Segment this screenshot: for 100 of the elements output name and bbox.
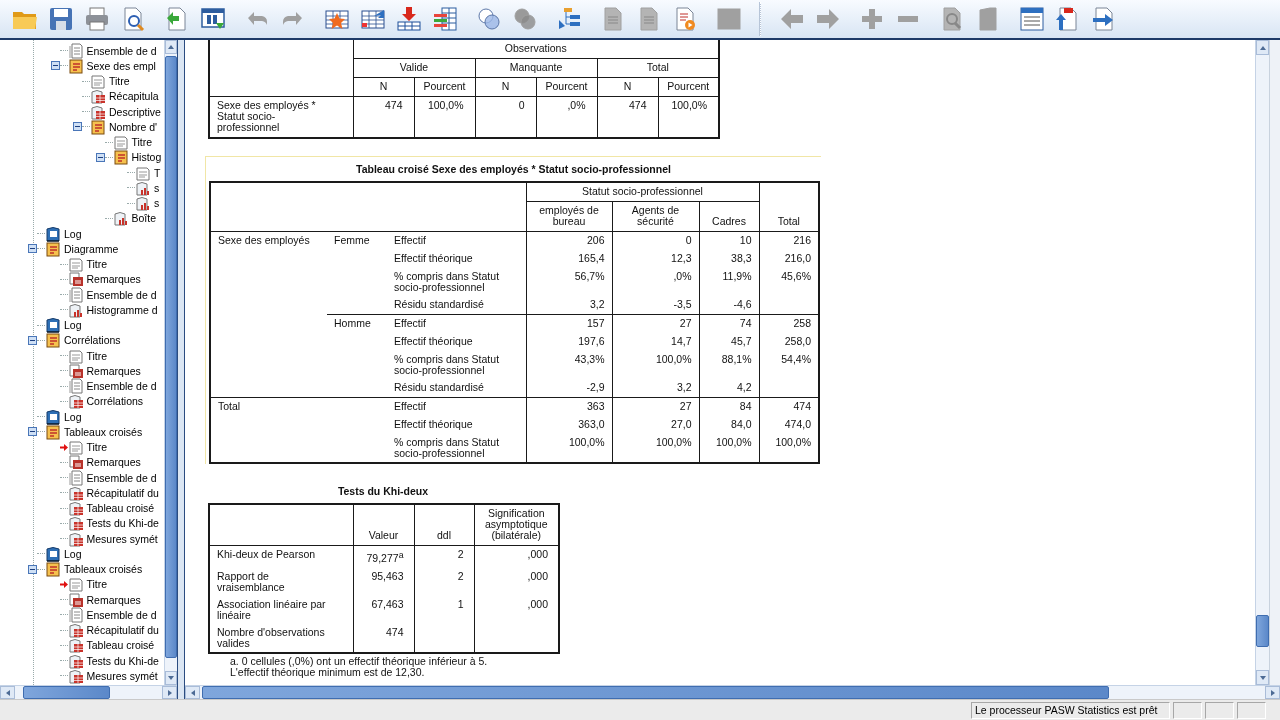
tree-item[interactable]: Boîte bbox=[104, 210, 157, 226]
column-header: Manquante bbox=[475, 58, 597, 78]
tree-item[interactable]: Log bbox=[37, 317, 82, 333]
horizontal-scrollbar[interactable] bbox=[185, 685, 1280, 699]
scrollbar-thumb[interactable] bbox=[23, 686, 110, 699]
scroll-left-icon[interactable] bbox=[0, 686, 15, 699]
tree-item[interactable]: Remarques bbox=[59, 271, 141, 287]
column-header: Valide bbox=[353, 58, 475, 78]
collapse-icon[interactable] bbox=[95, 152, 105, 162]
table-cell: 84 bbox=[699, 397, 759, 416]
scroll-down-icon[interactable] bbox=[1256, 670, 1269, 685]
tree-item[interactable]: Remarques bbox=[59, 592, 141, 608]
tree-item[interactable]: Mesures symét bbox=[59, 531, 158, 547]
collapse-icon[interactable] bbox=[73, 122, 82, 132]
title-page-icon bbox=[112, 134, 129, 151]
tree-item[interactable]: Titre bbox=[59, 576, 108, 592]
tree-item[interactable]: Tableaux croisés bbox=[37, 424, 143, 440]
title-page-icon bbox=[67, 576, 84, 593]
column-header: Pourcent bbox=[658, 77, 719, 97]
collapse-icon[interactable] bbox=[28, 335, 37, 345]
tree-item[interactable]: Ensemble de d bbox=[59, 43, 157, 59]
tree-item[interactable]: Tests du Khi-de bbox=[59, 653, 159, 669]
printer-icon[interactable] bbox=[83, 5, 110, 33]
tree-item[interactable]: Diagramme bbox=[37, 241, 119, 257]
scroll-up-icon[interactable] bbox=[165, 40, 177, 54]
tree-item[interactable]: Nombre d' bbox=[82, 119, 158, 135]
tree-item[interactable]: s bbox=[127, 195, 160, 211]
collapse-icon[interactable] bbox=[28, 564, 37, 574]
tree-item[interactable]: Tableau croisé bbox=[59, 637, 155, 653]
row-header: Sexe des employés * Statut socio- professionnel bbox=[209, 96, 353, 138]
table-cell: 474 bbox=[353, 623, 414, 653]
tree-item[interactable]: Tests du Khi-de bbox=[59, 515, 159, 531]
row-header: % compris dans Statut socio-professionnel bbox=[387, 351, 526, 379]
tree-item[interactable]: Ensemble de d bbox=[59, 470, 157, 486]
collapse-icon[interactable] bbox=[28, 427, 37, 437]
tree-item[interactable]: Titre bbox=[82, 73, 130, 89]
table-cell: 56,7% bbox=[526, 268, 612, 296]
tree-item[interactable]: Titre bbox=[59, 439, 108, 455]
tree-item[interactable]: Sexe des empl bbox=[59, 58, 156, 74]
scroll-right-icon[interactable] bbox=[1265, 686, 1280, 699]
tree-item[interactable]: Histogramme d bbox=[59, 302, 158, 318]
scrollbar-thumb[interactable] bbox=[1256, 615, 1269, 647]
table-cell: 258,0 bbox=[759, 333, 819, 351]
table-arrow-icon[interactable] bbox=[395, 5, 422, 33]
tree-item[interactable]: Tableau croisé bbox=[59, 500, 155, 516]
tree-item[interactable]: Ensemble de d bbox=[59, 607, 157, 623]
tree-item[interactable]: Titre bbox=[104, 134, 153, 150]
table-cell: 67,463 bbox=[353, 595, 414, 624]
row-header: Total bbox=[210, 397, 387, 463]
tree-item[interactable]: Remarques bbox=[59, 363, 141, 379]
tree-item[interactable]: T bbox=[127, 165, 161, 181]
tree-item[interactable]: Mesures symét bbox=[59, 668, 158, 684]
tree-item[interactable]: Log bbox=[37, 409, 82, 425]
vertical-scrollbar[interactable] bbox=[1255, 40, 1269, 685]
tree-item[interactable]: Récapitulatif du bbox=[59, 622, 159, 638]
floppy-disk-icon[interactable] bbox=[47, 5, 74, 33]
column-header: employés de bureau bbox=[526, 201, 612, 232]
table-cell: 45,7 bbox=[699, 333, 759, 351]
table-cell: 474 bbox=[759, 397, 819, 416]
scroll-down-icon[interactable] bbox=[165, 671, 177, 685]
table-cell: 0 bbox=[612, 231, 699, 250]
tree-item[interactable]: Histog bbox=[104, 149, 162, 165]
tree-item[interactable]: Log bbox=[37, 546, 82, 562]
tree-item[interactable]: Log bbox=[37, 226, 82, 242]
tree-item[interactable]: Corrélations bbox=[59, 393, 144, 409]
tree-item[interactable]: Ensemble de d bbox=[59, 378, 157, 394]
collapse-icon[interactable] bbox=[50, 61, 60, 71]
list-window-icon[interactable] bbox=[1018, 5, 1045, 33]
splitter[interactable] bbox=[177, 40, 185, 699]
tree-item[interactable]: Titre bbox=[59, 348, 108, 364]
scroll-left-icon[interactable] bbox=[185, 686, 200, 699]
circles-icon[interactable] bbox=[475, 5, 502, 33]
scroll-right-icon[interactable] bbox=[162, 686, 177, 699]
collapse-icon[interactable] bbox=[28, 244, 37, 254]
table-cell: 157 bbox=[526, 314, 612, 333]
table-cell: 197,6 bbox=[526, 333, 612, 351]
table-cell: 43,3% bbox=[526, 351, 612, 379]
horizontal-scrollbar[interactable] bbox=[0, 685, 177, 699]
scrollbar-thumb[interactable] bbox=[202, 686, 1109, 699]
title-page-icon bbox=[135, 164, 151, 181]
tree-item[interactable]: Ensemble de d bbox=[59, 287, 157, 303]
table-icon bbox=[67, 393, 84, 410]
tree-item[interactable]: Tableaux croisés bbox=[37, 561, 143, 577]
table-cell: 4,2 bbox=[699, 379, 759, 398]
tree-item[interactable]: Descriptive bbox=[82, 104, 161, 120]
tree-item[interactable]: s bbox=[127, 180, 160, 196]
table-icon[interactable] bbox=[431, 5, 458, 33]
scroll-up-icon[interactable] bbox=[1256, 40, 1269, 55]
row-header: Khi-deux de Pearson bbox=[209, 545, 353, 568]
table-cell: 100,0% bbox=[612, 434, 699, 463]
status-message: Le processeur PASW Statistics est prêt bbox=[971, 701, 1170, 719]
table-cell: 84,0 bbox=[699, 416, 759, 434]
tree-item[interactable]: Titre bbox=[59, 256, 108, 272]
tree-item[interactable]: Récapitula bbox=[82, 88, 159, 104]
book-icon bbox=[45, 225, 61, 242]
book-icon bbox=[45, 240, 61, 257]
tree-item[interactable]: Remarques bbox=[59, 454, 141, 470]
tree-item[interactable]: Corrélations bbox=[37, 332, 121, 348]
table-icon bbox=[90, 88, 106, 105]
tree-item[interactable]: Récapitulatif du bbox=[59, 485, 159, 501]
